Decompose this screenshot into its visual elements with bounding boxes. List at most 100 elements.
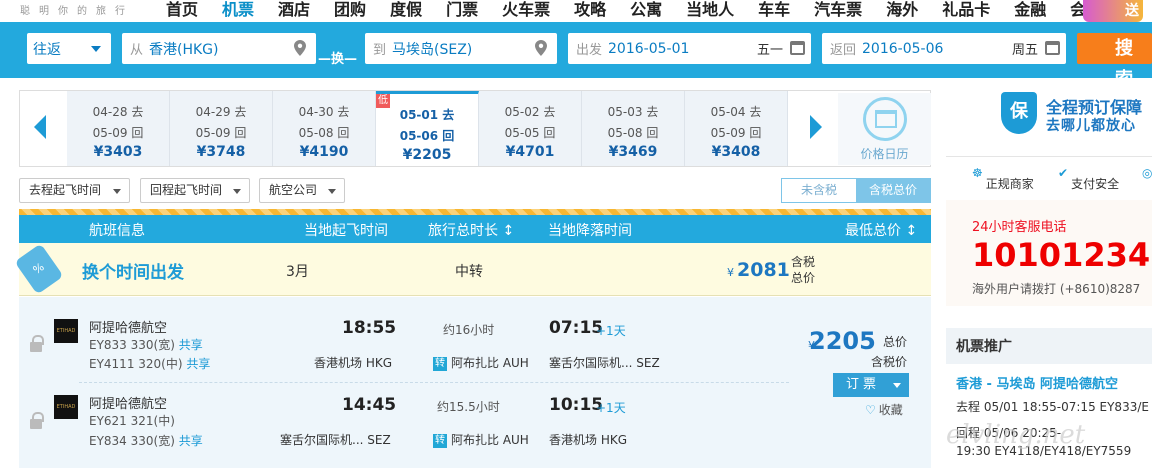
nav-items: 首页机票酒店团购度假门票火车票攻略公寓当地人车车汽车票海外礼品卡金融会场 xyxy=(166,0,1126,20)
depart-date-label: 04-29 去 xyxy=(195,105,247,119)
depart-date-label: 05-03 去 xyxy=(607,105,659,119)
hotline-number: 10101234 xyxy=(972,236,1151,274)
header-arrive-time[interactable]: 当地降落时间 xyxy=(548,220,632,240)
badge-more[interactable]: ◎ xyxy=(1142,166,1152,180)
chevron-down-icon xyxy=(328,189,336,194)
nav-item[interactable]: 门票 xyxy=(446,0,478,20)
tax-included-option[interactable]: 含税总价 xyxy=(856,179,930,202)
tax-excluded-option[interactable]: 未含税 xyxy=(782,179,856,202)
header-depart-time[interactable]: 当地起飞时间 xyxy=(304,220,388,240)
nav-item[interactable]: 公寓 xyxy=(630,0,662,20)
depart-date-label: 05-04 去 xyxy=(710,105,762,119)
return-time-filter[interactable]: 回程起飞时间 xyxy=(140,178,250,203)
nav-item[interactable]: 攻略 xyxy=(574,0,606,20)
from-city-field[interactable]: 从 香港(HKG) xyxy=(122,33,316,64)
gift-icon[interactable]: 送 xyxy=(1083,0,1143,22)
nav-item[interactable]: 车车 xyxy=(758,0,790,20)
transfer-info[interactable]: 转阿布扎比 AUH xyxy=(433,354,529,371)
promotion-route-link[interactable]: 香港 - 马埃岛 阿提哈德航空 xyxy=(956,373,1118,392)
price-calendar-button[interactable]: 价格日历 xyxy=(838,93,931,165)
return-date-label: 05-09 回 xyxy=(92,126,144,140)
depart-label: 出发 xyxy=(576,43,603,58)
promo-transfer: 中转 xyxy=(455,264,483,280)
badge-secure-payment[interactable]: ✔ 支付安全 xyxy=(1058,166,1119,191)
transfer-info[interactable]: 转阿布扎比 AUH xyxy=(433,431,529,448)
result-price: 2205 xyxy=(809,327,876,355)
airline-name: 阿提哈德航空 xyxy=(89,321,168,336)
etihad-logo-icon: ETIHAD xyxy=(54,319,78,343)
date-price-strip: 04-28 去 05-09 回 ¥3403 04-29 去 05-09 回 ¥3748 04… xyxy=(19,90,931,167)
lowest-price-badge: 低 xyxy=(376,94,390,108)
header-min-price[interactable]: 最低总价 ↕ xyxy=(845,220,917,240)
calendar-icon xyxy=(790,41,805,55)
badge-verified-merchant[interactable]: ☸ 正规商家 xyxy=(972,166,1034,191)
date-price-cell[interactable]: 04-28 去 05-09 回 ¥3403 xyxy=(67,91,170,166)
return-date-label: 05-08 回 xyxy=(607,126,659,140)
depart-date-field[interactable]: 出发 2016-05-01 五一 xyxy=(568,33,811,64)
outbound-leg: ETIHAD 阿提哈德航空 EY833 330(宽) 共享 EY4111 320… xyxy=(19,297,789,372)
depart-time-filter[interactable]: 去程起飞时间 xyxy=(19,178,130,203)
return-date-field[interactable]: 返回 2016-05-06 周五 xyxy=(822,33,1066,64)
from-value: 香港(HKG) xyxy=(149,41,219,58)
nav-item[interactable]: 机票 xyxy=(222,0,254,20)
nav-item[interactable]: 首页 xyxy=(166,0,198,20)
return-date: 2016-05-06 xyxy=(862,40,944,57)
slogan: 聪明你的旅行 xyxy=(20,6,134,17)
booking-guarantee[interactable]: 保 全程预订保障 去哪儿都放心 xyxy=(946,88,1152,146)
transfer-airport: 阿布扎比 AUH xyxy=(451,356,529,370)
depart-weekday: 五一 xyxy=(756,43,783,58)
date-price: ¥2205 xyxy=(402,147,452,163)
duration: 约15.5小时 xyxy=(437,400,500,414)
search-button[interactable]: 搜索 xyxy=(1077,33,1152,90)
nav-item[interactable]: 金融 xyxy=(1014,0,1046,20)
tax-toggle: 未含税 含税总价 xyxy=(781,178,931,203)
depart-date-label: 05-02 去 xyxy=(504,105,556,119)
ticket-promotion-header: 机票推广 xyxy=(946,328,1152,364)
from-label: 从 xyxy=(130,43,144,58)
nav-item[interactable]: 火车票 xyxy=(502,0,550,20)
guarantee-subtitle: 去哪儿都放心 xyxy=(1046,118,1136,134)
date-price-cell[interactable]: 04-30 去 05-08 回 ¥4190 xyxy=(273,91,376,166)
date-price: ¥3408 xyxy=(711,144,761,160)
check-circle-icon: ✔ xyxy=(1058,166,1069,180)
header-flight-info: 航班信息 xyxy=(89,223,145,239)
flight-number-text: EY834 330(宽) xyxy=(89,434,175,448)
promo-month: 3月 xyxy=(286,264,309,280)
arrive-time: 10:15 xyxy=(549,395,604,415)
airline-filter[interactable]: 航空公司 xyxy=(259,178,345,203)
swap-button[interactable]: —换— xyxy=(318,48,357,67)
date-price-cell[interactable]: 05-03 去 05-08 回 ¥3469 xyxy=(582,91,685,166)
date-price-cell[interactable]: 05-04 去 05-09 回 ¥3408 xyxy=(685,91,788,166)
arrive-time: 07:15 xyxy=(549,318,604,338)
favorite-button[interactable]: ♡ 收藏 xyxy=(865,401,903,418)
price-calendar-label: 价格日历 xyxy=(860,147,909,161)
depart-date-label: 04-30 去 xyxy=(298,105,350,119)
date-price-cell[interactable]: 05-02 去 05-05 回 ¥4701 xyxy=(479,91,582,166)
depart-time: 18:55 xyxy=(342,318,397,338)
nav-item[interactable]: 当地人 xyxy=(686,0,734,20)
plus-day: +1天 xyxy=(596,401,626,415)
date-price-cell[interactable]: 04-29 去 05-09 回 ¥3748 xyxy=(170,91,273,166)
nav-item[interactable]: 团购 xyxy=(334,0,366,20)
date-price-cell[interactable]: 低 05-01 去 05-06 回 ¥2205 xyxy=(376,91,479,166)
lock-icon xyxy=(30,335,44,354)
header-duration[interactable]: 旅行总时长 ↕ xyxy=(428,220,514,240)
prev-dates-arrow-icon[interactable] xyxy=(34,115,46,139)
promo-total-label: 总价 xyxy=(791,271,816,285)
nav-item[interactable]: 礼品卡 xyxy=(942,0,990,20)
flight-number: EY621 321(中) xyxy=(89,412,175,429)
nav-item[interactable]: 汽车票 xyxy=(814,0,862,20)
airline-name: 阿提哈德航空 xyxy=(89,397,168,412)
date-price: ¥3748 xyxy=(196,144,246,160)
nav-item[interactable]: 海外 xyxy=(886,0,918,20)
nav-item[interactable]: 酒店 xyxy=(278,0,310,20)
top-navigation: 聪明你的旅行 首页 机票 酒店 团购 度假 门票 火车票 攻略 公寓 当地人 车车 汽车票 海外 礼品卡 金… xyxy=(0,0,1152,22)
next-dates-arrow-icon[interactable] xyxy=(810,115,822,139)
flight-number-text: EY621 321(中) xyxy=(89,414,175,428)
return-date-label: 05-09 回 xyxy=(195,126,247,140)
alternate-time-promo[interactable]: % 换个时间出发 3月 中转 ¥ 2081 含税 总价 xyxy=(14,243,931,296)
trip-type-select[interactable]: 往返 xyxy=(27,33,111,64)
to-city-field[interactable]: 到 马埃岛(SEZ) xyxy=(365,33,557,64)
book-ticket-button[interactable]: 订票 xyxy=(833,373,909,397)
nav-item[interactable]: 度假 xyxy=(390,0,422,20)
